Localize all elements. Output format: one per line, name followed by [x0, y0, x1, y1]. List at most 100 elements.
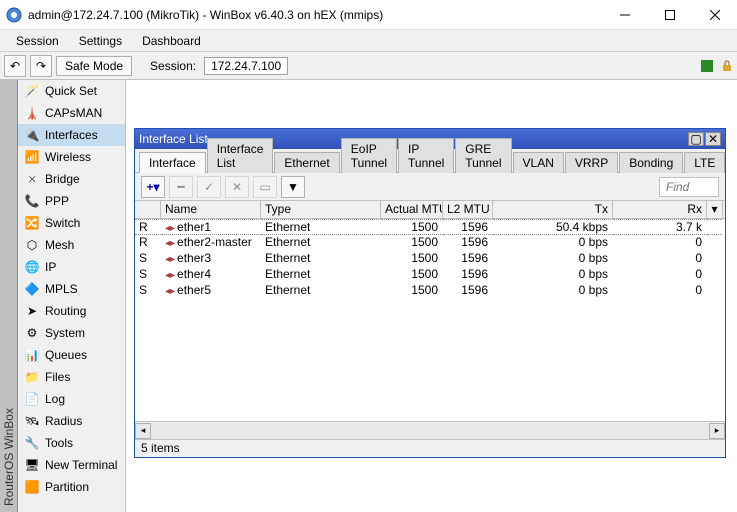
scroll-track[interactable] — [151, 423, 709, 439]
sidebar-item-label: CAPsMAN — [45, 106, 102, 120]
sidebar-item-interfaces[interactable]: 🔌Interfaces — [18, 124, 125, 146]
tab-lte[interactable]: LTE — [684, 152, 725, 173]
column-rx[interactable]: Rx — [613, 201, 707, 218]
subwindow-close-button[interactable]: ✕ — [705, 132, 721, 146]
sidebar-item-ppp[interactable]: 📞PPP — [18, 190, 125, 212]
sidebar-item-quick-set[interactable]: 🪄Quick Set — [18, 80, 125, 102]
tab-interface-list[interactable]: Interface List — [207, 138, 274, 173]
redo-button[interactable]: ↷ — [30, 55, 52, 77]
minimize-icon — [620, 10, 630, 20]
sidebar-item-label: Bridge — [45, 172, 80, 186]
dock-icon: ▢ — [690, 132, 701, 146]
ip-icon: 🌐 — [24, 259, 40, 275]
grid-status: 5 items — [135, 439, 725, 457]
sidebar-item-label: Log — [45, 392, 65, 406]
caps-icon: 🗼 — [24, 105, 40, 121]
grid-body: R◂▸ether1Ethernet1500159650.4 kbps3.7 kR… — [135, 219, 725, 421]
sidebar-item-log[interactable]: 📄 Log — [18, 388, 125, 410]
add-button[interactable]: +▾ — [141, 176, 165, 198]
tab-ethernet[interactable]: Ethernet — [274, 152, 339, 173]
sidebar-item-mesh[interactable]: ⬡Mesh — [18, 234, 125, 256]
cross-icon: ✕ — [232, 180, 242, 194]
sidebar-item-routing[interactable]: ➤Routing — [18, 300, 125, 322]
table-row[interactable]: S◂▸ether3Ethernet150015960 bps0 — [135, 251, 725, 267]
enable-button[interactable]: ✓ — [197, 176, 221, 198]
sidebar-item-label: Quick Set — [45, 84, 97, 98]
remove-button[interactable]: ━ — [169, 176, 193, 198]
sidebar-item-label: Radius — [45, 414, 82, 428]
table-row[interactable]: S◂▸ether4Ethernet150015960 bps0 — [135, 267, 725, 283]
part-icon: 🟧 — [24, 479, 40, 495]
table-row[interactable]: S◂▸ether5Ethernet150015960 bps0 — [135, 283, 725, 299]
sidebar-item-capsman[interactable]: 🗼 CAPsMAN — [18, 102, 125, 124]
sidebar-item-ip[interactable]: 🌐 IP — [18, 256, 125, 278]
cell-l2: 1596 — [443, 251, 493, 267]
sidebar-item-label: IP — [45, 260, 56, 274]
app-icon — [6, 7, 22, 23]
table-row[interactable]: R◂▸ether2-masterEthernet150015960 bps0 — [135, 235, 725, 251]
tools-icon: 🔧 — [24, 435, 40, 451]
safe-mode-button[interactable]: Safe Mode — [56, 56, 132, 76]
column-type[interactable]: Type — [261, 201, 381, 218]
disable-button[interactable]: ✕ — [225, 176, 249, 198]
window-titlebar: admin@172.24.7.100 (MikroTik) - WinBox v… — [0, 0, 737, 30]
sidebar-item-radius[interactable]: 🛰Radius — [18, 410, 125, 432]
sidebar-item-tools[interactable]: 🔧Tools — [18, 432, 125, 454]
filter-button[interactable]: ▼ — [281, 176, 305, 198]
cell-name: ◂▸ether2-master — [161, 235, 261, 251]
cell-type: Ethernet — [261, 219, 381, 235]
cell-rx: 3.7 k — [613, 219, 707, 235]
cell-rx: 0 — [613, 267, 707, 283]
tab-ip-tunnel[interactable]: IP Tunnel — [398, 138, 454, 173]
menu-session[interactable]: Session — [6, 31, 69, 51]
tab-vlan[interactable]: VLAN — [513, 152, 564, 173]
files-icon: 📁 — [24, 369, 40, 385]
sidebar-item-system[interactable]: ⚙System — [18, 322, 125, 344]
subwindow-dock-button[interactable]: ▢ — [688, 132, 704, 146]
sidebar-item-label: Files — [45, 370, 70, 384]
sidebar-item-new-terminal[interactable]: 🖥New Terminal — [18, 454, 125, 476]
sidebar-item-queues[interactable]: 📊Queues — [18, 344, 125, 366]
scroll-left-button[interactable]: ◂ — [135, 423, 151, 439]
table-row[interactable]: R◂▸ether1Ethernet1500159650.4 kbps3.7 k — [135, 219, 725, 235]
cell-flag: S — [135, 283, 161, 299]
cell-tx: 50.4 kbps — [493, 219, 613, 235]
cell-rx: 0 — [613, 283, 707, 299]
tab-gre-tunnel[interactable]: GRE Tunnel — [455, 138, 511, 173]
column-actual-mtu[interactable]: Actual MTU — [381, 201, 443, 218]
sidebar-item-files[interactable]: 📁 Files — [18, 366, 125, 388]
tab-interface[interactable]: Interface — [139, 152, 206, 173]
tab-eoip-tunnel[interactable]: EoIP Tunnel — [341, 138, 397, 173]
column-tx[interactable]: Tx — [493, 201, 613, 218]
sidebar-item-bridge[interactable]: 🞩Bridge — [18, 168, 125, 190]
cell-flag: R — [135, 235, 161, 251]
tab-vrrp[interactable]: VRRP — [565, 152, 618, 173]
cell-tx: 0 bps — [493, 283, 613, 299]
sidebar-item-wireless[interactable]: 📶Wireless — [18, 146, 125, 168]
minus-icon: ━ — [177, 180, 184, 194]
undo-button[interactable]: ↶ — [4, 55, 26, 77]
comment-button[interactable]: ▭ — [253, 176, 277, 198]
mesh-icon: ⬡ — [24, 237, 40, 253]
minimize-button[interactable] — [602, 0, 647, 29]
column-name[interactable]: Name — [161, 201, 261, 218]
tab-bonding[interactable]: Bonding — [619, 152, 683, 173]
close-button[interactable] — [692, 0, 737, 29]
horizontal-scrollbar[interactable]: ◂ ▸ — [135, 421, 725, 439]
column-menu[interactable]: ▾ — [707, 201, 723, 218]
cell-l2: 1596 — [443, 235, 493, 251]
sidebar-item-switch[interactable]: 🔀Switch — [18, 212, 125, 234]
column-l2-mtu[interactable]: L2 MTU — [443, 201, 493, 218]
sidebar-item-mpls[interactable]: 🔷MPLS — [18, 278, 125, 300]
menu-settings[interactable]: Settings — [69, 31, 132, 51]
term-icon: 🖥 — [24, 457, 40, 473]
scroll-right-button[interactable]: ▸ — [709, 423, 725, 439]
menu-dashboard[interactable]: Dashboard — [132, 31, 211, 51]
find-input[interactable] — [659, 177, 719, 197]
sidebar-item-partition[interactable]: 🟧Partition — [18, 476, 125, 498]
maximize-button[interactable] — [647, 0, 692, 29]
column-flag[interactable] — [135, 201, 161, 218]
session-label: Session: — [150, 59, 196, 73]
cell-mtu: 1500 — [381, 251, 443, 267]
log-icon: 📄 — [24, 391, 40, 407]
